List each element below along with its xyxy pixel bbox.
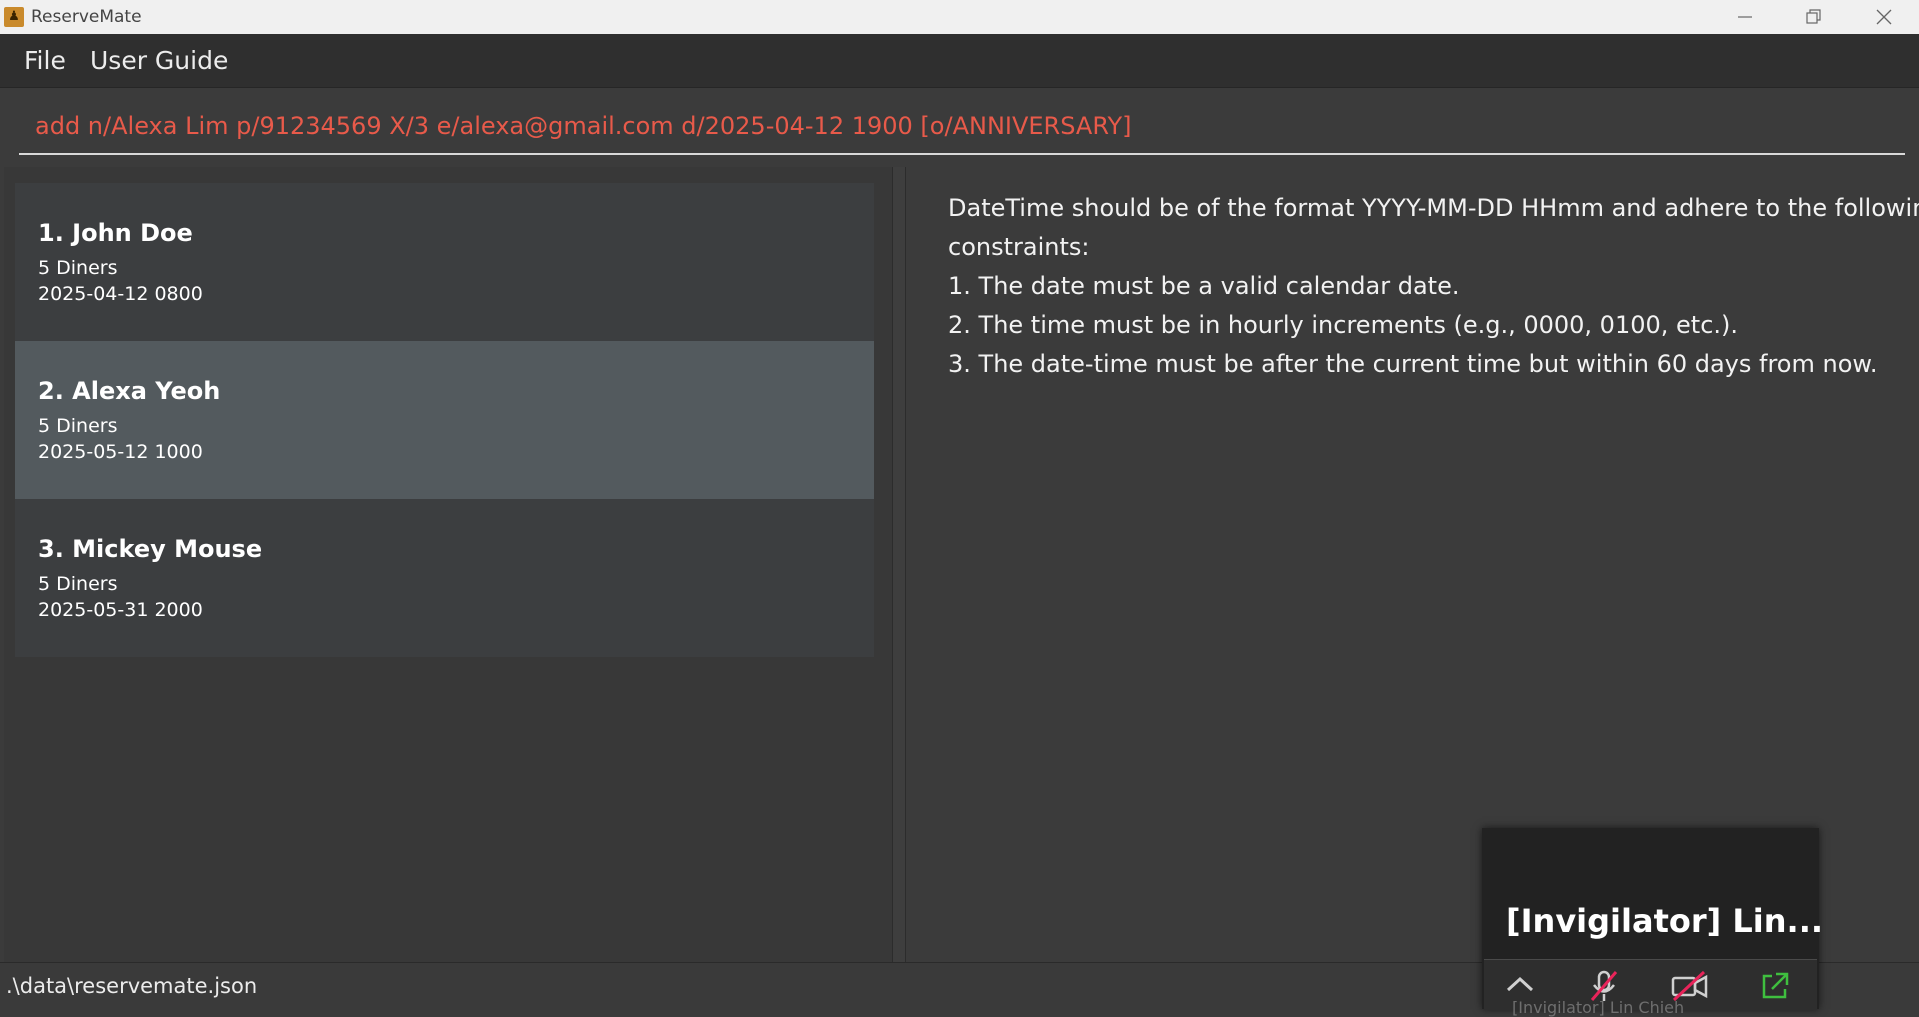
menu-bar: File User Guide — [0, 34, 1919, 88]
reservation-name: 2. Alexa Yeoh — [38, 377, 221, 405]
reservation-diners: 5 Diners — [38, 573, 118, 595]
minimize-button[interactable] — [1710, 0, 1780, 34]
share-icon[interactable] — [1756, 968, 1792, 1004]
app-icon: ♟ — [4, 7, 24, 27]
chevron-up-icon[interactable] — [1502, 968, 1538, 1004]
reservation-card[interactable]: 1. John Doe 5 Diners 2025-04-12 0800 — [15, 183, 874, 341]
reservation-diners: 5 Diners — [38, 257, 118, 279]
minimize-icon — [1738, 16, 1752, 18]
split-pane-divider[interactable] — [892, 167, 906, 962]
result-line: 2. The time must be in hourly increments… — [948, 311, 1739, 339]
call-toolbar: [Invigilator] Lin Chieh — [1484, 959, 1817, 1017]
reservation-datetime: 2025-04-12 0800 — [38, 283, 203, 305]
window-title: ReserveMate — [31, 7, 142, 27]
storage-file-path: .\data\reservemate.json — [6, 974, 258, 998]
result-line: constraints: — [948, 233, 1090, 261]
result-line: 1. The date must be a valid calendar dat… — [948, 272, 1460, 300]
reservation-name: 3. Mickey Mouse — [38, 535, 263, 563]
video-call-overlay[interactable]: [Invigilator] Lin... [Invigilator] Lin C… — [1482, 828, 1823, 1017]
reservation-card-selected[interactable]: 2. Alexa Yeoh 5 Diners 2025-05-12 1000 — [15, 341, 874, 499]
close-button[interactable] — [1849, 0, 1919, 34]
reservation-datetime: 2025-05-31 2000 — [38, 599, 203, 621]
result-line: DateTime should be of the format YYYY-MM… — [948, 194, 1919, 222]
command-input[interactable]: add n/Alexa Lim p/91234569 X/3 e/alexa@g… — [19, 100, 1905, 155]
reservation-datetime: 2025-05-12 1000 — [38, 441, 203, 463]
result-line: 3. The date-time must be after the curre… — [948, 350, 1878, 378]
close-icon — [1876, 9, 1892, 25]
camera-off-icon[interactable] — [1670, 968, 1708, 1004]
reservation-diners: 5 Diners — [38, 415, 118, 437]
command-text: add n/Alexa Lim p/91234569 X/3 e/alexa@g… — [35, 112, 1132, 140]
menu-file[interactable]: File — [24, 34, 66, 87]
microphone-muted-icon[interactable] — [1586, 968, 1622, 1004]
title-bar: ♟ ReserveMate — [0, 0, 1919, 34]
reservation-name: 1. John Doe — [38, 219, 193, 247]
menu-user-guide[interactable]: User Guide — [90, 34, 228, 87]
restore-icon — [1806, 9, 1821, 24]
restore-button[interactable] — [1779, 0, 1849, 34]
reservation-card[interactable]: 3. Mickey Mouse 5 Diners 2025-05-31 2000 — [15, 499, 874, 657]
participant-name: [Invigilator] Lin... — [1506, 902, 1824, 940]
